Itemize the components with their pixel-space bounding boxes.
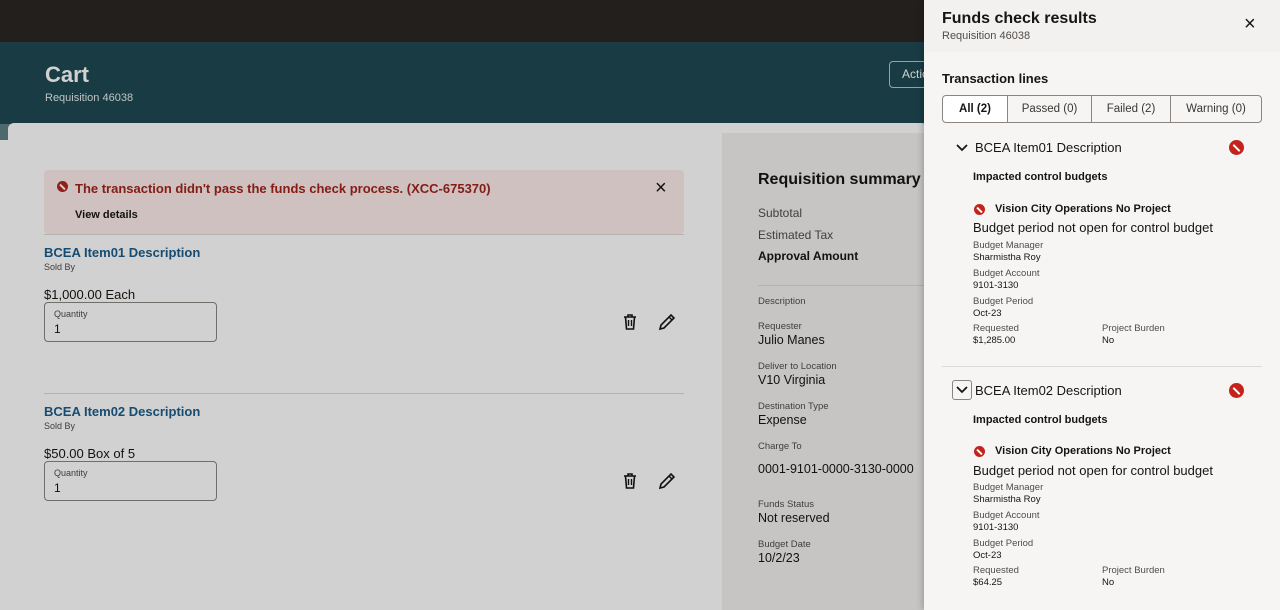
requested-value: $64.25 [973,577,1003,588]
drawer-subtitle: Requisition 46038 [942,30,1031,42]
error-icon [1229,140,1244,155]
project-burden-label: Project Burden [1102,323,1165,334]
transaction-line-name[interactable]: BCEA Item01 Description [975,140,1122,155]
requested-label: Requested [973,565,1019,576]
budget-account-label: Budget Account [973,268,1040,279]
filter-all[interactable]: All (2) [942,95,1008,123]
error-icon [1229,383,1244,398]
filter-failed[interactable]: Failed (2) [1091,95,1171,123]
project-burden-label: Project Burden [1102,565,1165,576]
error-icon [974,204,985,215]
budget-period-value: Oct-23 [973,550,1002,561]
close-icon[interactable]: × [1244,14,1256,34]
chevron-down-icon[interactable] [952,138,972,158]
funds-check-drawer: Funds check results Requisition 46038 × … [924,0,1280,610]
drawer-title: Funds check results [942,10,1097,27]
budget-name: Vision City Operations No Project [995,203,1171,215]
budget-account-label: Budget Account [973,510,1040,521]
filter-warning[interactable]: Warning (0) [1170,95,1262,123]
error-icon [974,446,985,457]
transaction-line-name[interactable]: BCEA Item02 Description [975,383,1122,398]
drawer-header: Funds check results Requisition 46038 × [924,0,1280,52]
project-burden-value: No [1102,335,1115,346]
chevron-down-icon[interactable] [952,380,972,400]
budget-manager-value: Sharmistha Roy [973,494,1041,505]
transaction-lines-title: Transaction lines [942,71,1049,86]
filter-passed[interactable]: Passed (0) [1007,95,1092,123]
requested-value: $1,285.00 [973,335,1016,346]
budget-name: Vision City Operations No Project [995,445,1171,457]
budget-manager-value: Sharmistha Roy [973,252,1041,263]
budget-message: Budget period not open for control budge… [973,220,1213,235]
budget-period-value: Oct-23 [973,308,1002,319]
budget-period-label: Budget Period [973,296,1034,307]
budget-manager-label: Budget Manager [973,482,1044,493]
budget-period-label: Budget Period [973,538,1034,549]
divider [942,366,1262,367]
budget-account-value: 9101-3130 [973,522,1019,533]
budget-manager-label: Budget Manager [973,240,1044,251]
modal-scrim[interactable] [0,0,924,610]
project-burden-value: No [1102,577,1115,588]
impacted-budgets-label: Impacted control budgets [973,414,1108,426]
budget-message: Budget period not open for control budge… [973,463,1213,478]
requested-label: Requested [973,323,1019,334]
budget-account-value: 9101-3130 [973,280,1019,291]
impacted-budgets-label: Impacted control budgets [973,171,1108,183]
